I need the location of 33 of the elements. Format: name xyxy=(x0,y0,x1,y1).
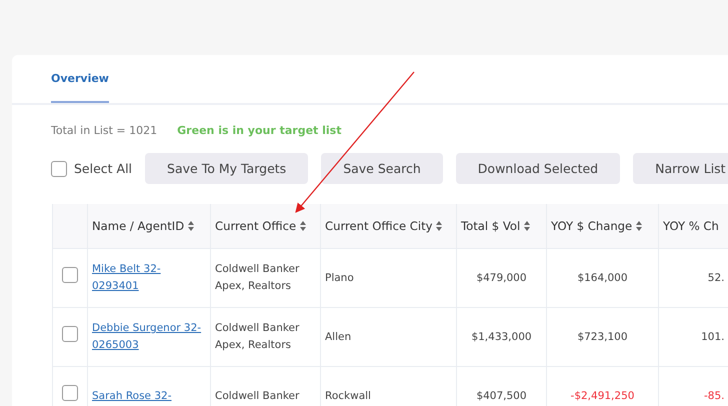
target-list-note: Green is in your target list xyxy=(177,124,342,137)
row-checkbox[interactable] xyxy=(62,267,78,284)
sort-icon[interactable] xyxy=(636,221,642,231)
table-cell: $479,000 xyxy=(456,248,546,308)
table-cell: $164,000 xyxy=(546,248,658,308)
sort-icon[interactable] xyxy=(188,221,194,231)
overview-tab[interactable]: Overview xyxy=(51,55,109,103)
sort-icon[interactable] xyxy=(524,221,530,231)
action-button[interactable]: Save To My Targets xyxy=(145,153,308,184)
table-cell: Allen xyxy=(320,308,456,366)
table-cell: Plano xyxy=(320,248,456,308)
table-cell: Coldwell Banker Apex, Realtors xyxy=(210,308,320,366)
action-button[interactable]: Download Selected xyxy=(456,153,620,184)
column-header[interactable]: YOY $ Change xyxy=(546,204,658,248)
table-cell: 52. xyxy=(658,248,728,308)
select-all-label[interactable]: Select All xyxy=(74,161,132,176)
column-header[interactable]: Total $ Vol xyxy=(456,204,546,248)
total-count-text: Total in List = 1021 xyxy=(51,124,158,137)
table-cell: Coldwell Banker Apex, Realtors xyxy=(210,248,320,308)
sort-icon[interactable] xyxy=(300,221,306,231)
table-cell: $1,433,000 xyxy=(456,308,546,366)
column-header[interactable]: YOY % Ch xyxy=(658,204,728,248)
column-header[interactable]: Current Office City xyxy=(320,204,456,248)
table-cell: $723,100 xyxy=(546,308,658,366)
action-button[interactable]: Save Search xyxy=(321,153,443,184)
column-header[interactable]: Current Office xyxy=(210,204,320,248)
row-checkbox[interactable] xyxy=(62,385,78,402)
sort-icon[interactable] xyxy=(436,221,442,231)
column-header[interactable]: Name / AgentID xyxy=(88,204,210,248)
select-all-checkbox[interactable] xyxy=(51,160,67,176)
row-checkbox[interactable] xyxy=(62,326,78,342)
table-cell: 101. xyxy=(658,308,728,366)
action-button[interactable]: Narrow List xyxy=(633,153,728,184)
